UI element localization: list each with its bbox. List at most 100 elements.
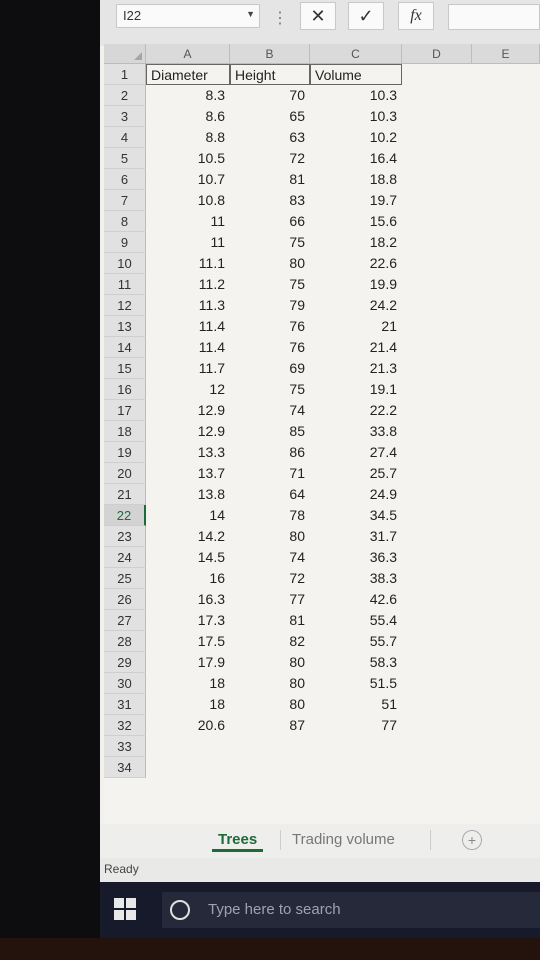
row-header[interactable]: 12 xyxy=(104,295,146,316)
cell-height[interactable]: 83 xyxy=(230,190,310,211)
enter-button[interactable]: ✓ xyxy=(348,2,384,30)
cell-volume[interactable]: 51.5 xyxy=(310,673,402,694)
cell-height[interactable]: 76 xyxy=(230,337,310,358)
cell-height[interactable]: 65 xyxy=(230,106,310,127)
row-header[interactable]: 17 xyxy=(104,400,146,421)
row-header[interactable]: 7 xyxy=(104,190,146,211)
column-header-e[interactable]: E xyxy=(472,44,540,64)
cell-diameter[interactable]: 16 xyxy=(146,568,230,589)
cell-diameter[interactable]: 8.3 xyxy=(146,85,230,106)
cell-height[interactable]: 64 xyxy=(230,484,310,505)
cell-diameter[interactable]: 20.6 xyxy=(146,715,230,736)
cell-volume[interactable]: 18.2 xyxy=(310,232,402,253)
cell-height[interactable]: 77 xyxy=(230,589,310,610)
cell-volume[interactable] xyxy=(310,757,402,778)
cell-diameter[interactable]: 17.3 xyxy=(146,610,230,631)
row-header[interactable]: 10 xyxy=(104,253,146,274)
cell-height[interactable]: 80 xyxy=(230,652,310,673)
cell-height[interactable]: 75 xyxy=(230,232,310,253)
cell-volume[interactable]: 42.6 xyxy=(310,589,402,610)
column-header-a[interactable]: A xyxy=(146,44,230,64)
cell-volume[interactable]: 21.4 xyxy=(310,337,402,358)
add-sheet-button[interactable]: + xyxy=(462,830,482,850)
cell-volume[interactable]: 25.7 xyxy=(310,463,402,484)
cell-diameter[interactable]: 11.2 xyxy=(146,274,230,295)
row-header[interactable]: 6 xyxy=(104,169,146,190)
header-cell-volume[interactable]: Volume xyxy=(310,64,402,85)
cell-height[interactable]: 78 xyxy=(230,505,310,526)
worksheet-grid[interactable]: A B C D E 1 Diameter Height Volume 2 8.3 7… xyxy=(104,44,540,824)
cell-volume[interactable]: 10.3 xyxy=(310,106,402,127)
cancel-button[interactable]: ✕ xyxy=(300,2,336,30)
cell-diameter[interactable]: 11 xyxy=(146,211,230,232)
cell-diameter[interactable]: 12 xyxy=(146,379,230,400)
cell-volume[interactable]: 19.9 xyxy=(310,274,402,295)
cell-volume[interactable]: 33.8 xyxy=(310,421,402,442)
cell-height[interactable]: 85 xyxy=(230,421,310,442)
cell-height[interactable]: 75 xyxy=(230,274,310,295)
cell-volume[interactable]: 38.3 xyxy=(310,568,402,589)
cell-diameter[interactable]: 10.8 xyxy=(146,190,230,211)
sheet-tab-trees[interactable]: Trees xyxy=(212,828,264,852)
row-header[interactable]: 2 xyxy=(104,85,146,106)
cell-diameter[interactable]: 18 xyxy=(146,673,230,694)
cell-height[interactable]: 80 xyxy=(230,673,310,694)
cell-volume[interactable]: 24.9 xyxy=(310,484,402,505)
cell-height[interactable]: 74 xyxy=(230,547,310,568)
cell-volume[interactable]: 34.5 xyxy=(310,505,402,526)
cell-diameter[interactable]: 17.5 xyxy=(146,631,230,652)
row-header[interactable]: 34 xyxy=(104,757,146,778)
cell-diameter[interactable]: 13.3 xyxy=(146,442,230,463)
windows-start-button[interactable] xyxy=(114,898,136,920)
cell-height[interactable]: 71 xyxy=(230,463,310,484)
cell-diameter[interactable]: 14 xyxy=(146,505,230,526)
cell-diameter[interactable]: 8.8 xyxy=(146,127,230,148)
more-options-icon[interactable]: ⋮ xyxy=(272,8,288,28)
cell-height[interactable]: 82 xyxy=(230,631,310,652)
cell-height[interactable] xyxy=(230,736,310,757)
row-header[interactable]: 22 xyxy=(104,505,146,526)
column-header-c[interactable]: C xyxy=(310,44,402,64)
cell-diameter[interactable]: 18 xyxy=(146,694,230,715)
cell-diameter[interactable]: 14.5 xyxy=(146,547,230,568)
cell-volume[interactable]: 36.3 xyxy=(310,547,402,568)
row-header[interactable]: 19 xyxy=(104,442,146,463)
row-header[interactable]: 16 xyxy=(104,379,146,400)
cell-volume[interactable]: 22.2 xyxy=(310,400,402,421)
cell-height[interactable]: 69 xyxy=(230,358,310,379)
cell-volume[interactable]: 10.2 xyxy=(310,127,402,148)
cell-volume[interactable]: 22.6 xyxy=(310,253,402,274)
taskbar-search-box[interactable]: Type here to search xyxy=(162,892,540,928)
cell-height[interactable]: 76 xyxy=(230,316,310,337)
cell-diameter[interactable]: 11.4 xyxy=(146,337,230,358)
cell-volume[interactable]: 19.7 xyxy=(310,190,402,211)
row-header[interactable]: 8 xyxy=(104,211,146,232)
cell-diameter[interactable] xyxy=(146,736,230,757)
cell-diameter[interactable]: 17.9 xyxy=(146,652,230,673)
column-header-b[interactable]: B xyxy=(230,44,310,64)
cell-height[interactable]: 80 xyxy=(230,526,310,547)
row-header[interactable]: 24 xyxy=(104,547,146,568)
cell-height[interactable] xyxy=(230,757,310,778)
cell-height[interactable]: 81 xyxy=(230,610,310,631)
cell-diameter[interactable]: 11.1 xyxy=(146,253,230,274)
cell-volume[interactable]: 10.3 xyxy=(310,85,402,106)
cell-diameter[interactable] xyxy=(146,757,230,778)
cell-height[interactable]: 80 xyxy=(230,253,310,274)
row-header[interactable]: 13 xyxy=(104,316,146,337)
cell-diameter[interactable]: 10.5 xyxy=(146,148,230,169)
cell-diameter[interactable]: 14.2 xyxy=(146,526,230,547)
cell-volume[interactable]: 15.6 xyxy=(310,211,402,232)
cell-height[interactable]: 72 xyxy=(230,568,310,589)
row-header[interactable]: 4 xyxy=(104,127,146,148)
row-header[interactable]: 31 xyxy=(104,694,146,715)
cell-diameter[interactable]: 13.8 xyxy=(146,484,230,505)
cell-height[interactable]: 72 xyxy=(230,148,310,169)
cell-volume[interactable]: 19.1 xyxy=(310,379,402,400)
cell-diameter[interactable]: 12.9 xyxy=(146,421,230,442)
row-header[interactable]: 29 xyxy=(104,652,146,673)
row-header[interactable]: 30 xyxy=(104,673,146,694)
row-header[interactable]: 15 xyxy=(104,358,146,379)
row-header[interactable]: 9 xyxy=(104,232,146,253)
chevron-down-icon[interactable]: ▼ xyxy=(246,9,255,19)
